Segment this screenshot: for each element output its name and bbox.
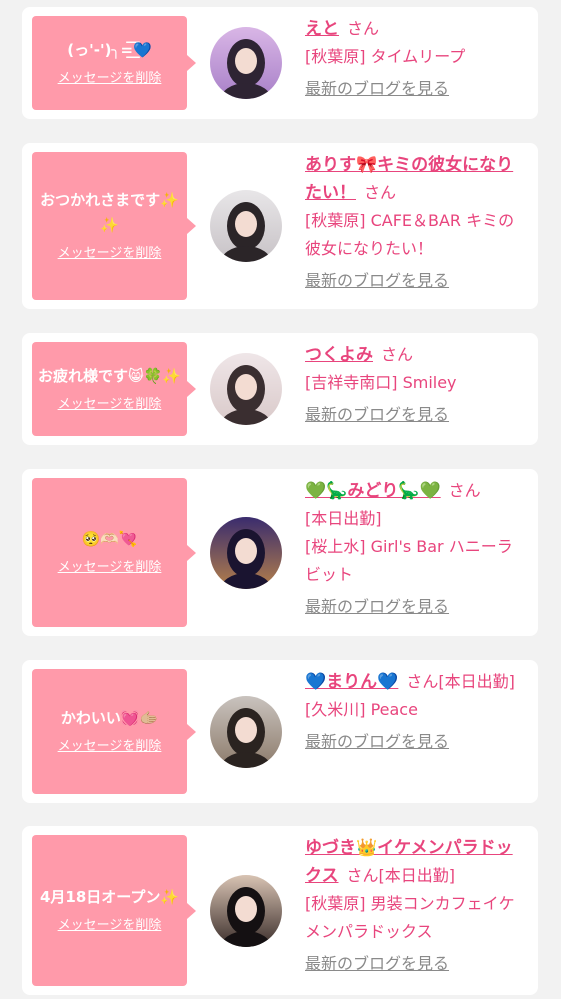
honorific-label: さん[本日出勤] bbox=[346, 866, 456, 885]
latest-blog-link[interactable]: 最新のブログを見る bbox=[305, 267, 449, 295]
latest-blog-link[interactable]: 最新のブログを見る bbox=[305, 593, 449, 621]
shop-info: [秋葉原] CAFE＆BAR キミの彼女になりたい！ bbox=[305, 211, 515, 258]
cast-name-line: 💚🦕みどり🦕💚 さん bbox=[305, 477, 524, 505]
delete-message-link[interactable]: メッセージを削除 bbox=[58, 69, 162, 89]
delete-message-link[interactable]: メッセージを削除 bbox=[58, 916, 162, 936]
message-card-list: (っ'-')╮=͟͟͞͞💙 メッセージを削除 えと さん [秋葉原] タイムリープ 最新の… bbox=[0, 0, 561, 999]
avatar[interactable] bbox=[210, 874, 282, 947]
avatar[interactable] bbox=[210, 516, 282, 589]
cast-name-line: ゆづき👑イケメンパラドックス さん[本日出勤] bbox=[305, 834, 524, 890]
honorific-label: さん[本日出勤] bbox=[406, 672, 515, 691]
cast-name-link[interactable]: 💚🦕みどり🦕💚 bbox=[305, 481, 441, 501]
message-card: おつかれさまです✨✨ メッセージを削除 ありす🎀キミの彼女になりたい！ さん [秋葉原]… bbox=[22, 143, 538, 309]
latest-blog-link[interactable]: 最新のブログを見る bbox=[305, 75, 449, 103]
cast-name-link[interactable]: 💙まりん💙 bbox=[305, 672, 398, 692]
honorific-label: さん bbox=[381, 345, 414, 364]
cast-info: ゆづき👑イケメンパラドックス さん[本日出勤] [秋葉原] 男装コンカフェイケメンパ… bbox=[305, 834, 524, 978]
message-bubble: おつかれさまです✨✨ メッセージを削除 bbox=[32, 152, 196, 300]
message-bubble: 🥺🫶🏻💘 メッセージを削除 bbox=[32, 478, 196, 627]
cast-info: ありす🎀キミの彼女になりたい！ さん [秋葉原] CAFE＆BAR キミの彼女になり… bbox=[305, 151, 524, 295]
avatar[interactable] bbox=[210, 695, 282, 768]
latest-blog-link[interactable]: 最新のブログを見る bbox=[305, 950, 449, 978]
cast-info: えと さん [秋葉原] タイムリープ最新のブログを見る bbox=[305, 15, 524, 103]
cast-name-line: ありす🎀キミの彼女になりたい！ さん bbox=[305, 151, 524, 207]
message-bubble: 4月18日オープン✨ メッセージを削除 bbox=[32, 835, 196, 986]
delete-message-link[interactable]: メッセージを削除 bbox=[58, 558, 162, 578]
cast-name-line: えと さん bbox=[305, 15, 524, 43]
cast-info: 💙まりん💙 さん[本日出勤] [久米川] Peace 最新のブログを見る bbox=[305, 668, 524, 756]
shop-info: [久米川] Peace bbox=[305, 700, 418, 719]
message-card: 4月18日オープン✨ メッセージを削除 ゆづき👑イケメンパラドックス さん[本日出勤]… bbox=[22, 826, 538, 995]
shop-info: [桜上水] Girl's Bar ハニーラビット bbox=[305, 537, 513, 584]
message-text: 🥺🫶🏻💘 bbox=[81, 530, 138, 548]
avatar[interactable] bbox=[210, 190, 282, 262]
message-text: かわいい💓🫱🏼 bbox=[60, 709, 159, 727]
avatar[interactable] bbox=[210, 353, 282, 425]
cast-info: つくよみ さん [吉祥寺南口] Smiley 最新のブログを見る bbox=[305, 341, 524, 429]
avatar[interactable] bbox=[210, 27, 282, 99]
shop-info: [吉祥寺南口] Smiley bbox=[305, 373, 457, 392]
cast-name-line: 💙まりん💙 さん[本日出勤] bbox=[305, 668, 524, 696]
delete-message-link[interactable]: メッセージを削除 bbox=[58, 244, 162, 264]
shop-info: [秋葉原] 男装コンカフェイケメンパラドックス bbox=[305, 894, 515, 941]
message-card: (っ'-')╮=͟͟͞͞💙 メッセージを削除 えと さん [秋葉原] タイムリープ最新の… bbox=[22, 7, 538, 119]
delete-message-link[interactable]: メッセージを削除 bbox=[58, 737, 162, 757]
shop-info: [本日出勤] bbox=[305, 509, 382, 528]
message-bubble: (っ'-')╮=͟͟͞͞💙 メッセージを削除 bbox=[32, 16, 196, 110]
cast-name-line: つくよみ さん bbox=[305, 341, 524, 369]
cast-name-link[interactable]: つくよみ bbox=[305, 345, 373, 365]
delete-message-link[interactable]: メッセージを削除 bbox=[58, 395, 162, 415]
message-text: (っ'-')╮=͟͟͞͞💙 bbox=[67, 40, 152, 59]
message-card: かわいい💓🫱🏼 メッセージを削除 💙まりん💙 さん[本日出勤] [久米川] Peace 最… bbox=[22, 660, 538, 803]
shop-info: [秋葉原] タイムリープ bbox=[305, 47, 466, 66]
cast-info: 💚🦕みどり🦕💚 さん [本日出勤] [桜上水] Girl's Bar ハニーラビット最… bbox=[305, 477, 524, 621]
message-card: お疲れ様です😸🍀✨ メッセージを削除 つくよみ さん [吉祥寺南口] Smiley 最新の… bbox=[22, 333, 538, 445]
message-bubble: かわいい💓🫱🏼 メッセージを削除 bbox=[32, 669, 196, 794]
honorific-label: さん bbox=[364, 183, 397, 202]
honorific-label: さん bbox=[347, 19, 380, 38]
message-text: おつかれさまです✨✨ bbox=[40, 191, 179, 234]
message-bubble: お疲れ様です😸🍀✨ メッセージを削除 bbox=[32, 342, 196, 436]
latest-blog-link[interactable]: 最新のブログを見る bbox=[305, 728, 449, 756]
message-card: 🥺🫶🏻💘 メッセージを削除 💚🦕みどり🦕💚 さん [本日出勤] [桜上水] Girl's … bbox=[22, 469, 538, 636]
message-text: 4月18日オープン✨ bbox=[39, 888, 180, 906]
latest-blog-link[interactable]: 最新のブログを見る bbox=[305, 401, 449, 429]
cast-name-link[interactable]: えと bbox=[305, 19, 339, 39]
cast-name-link[interactable]: ありす🎀キミの彼女になりたい！ bbox=[305, 155, 513, 203]
message-text: お疲れ様です😸🍀✨ bbox=[38, 366, 181, 385]
honorific-label: さん bbox=[448, 481, 481, 500]
